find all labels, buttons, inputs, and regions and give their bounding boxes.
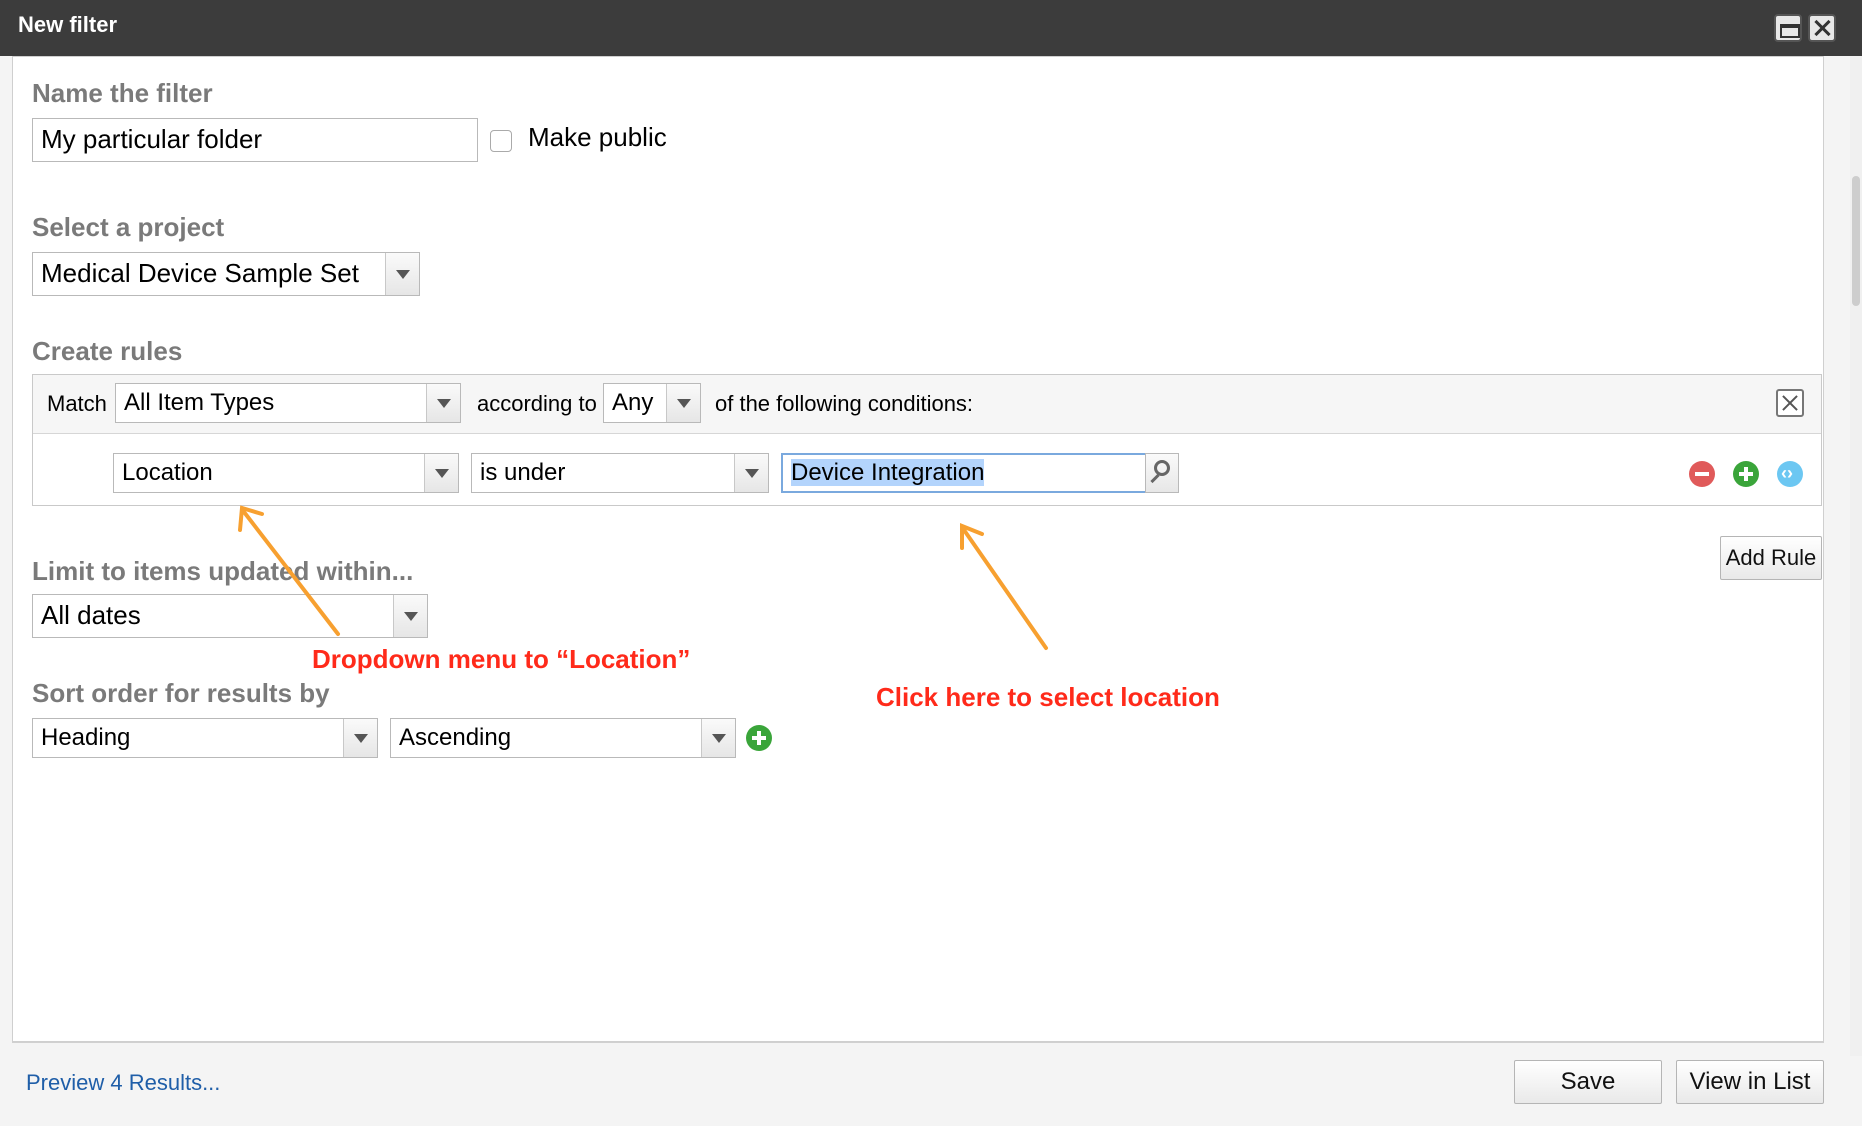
view-in-list-button[interactable]: View in List [1676,1060,1824,1104]
project-select[interactable]: Medical Device Sample Set [32,252,420,296]
create-rules-label: Create rules [32,336,183,366]
footer-divider [12,1042,1824,1043]
preview-results-link[interactable]: Preview 4 Results... [26,1070,220,1096]
match-label: Match [47,391,107,416]
conditions-label: of the following conditions: [715,391,974,416]
name-filter-label: Name the filter [32,78,213,108]
search-icon-handle [1150,473,1160,484]
limit-dates-select[interactable]: All dates [32,594,428,638]
chevron-down-icon[interactable] [734,454,768,492]
project-select-value: Medical Device Sample Set [41,258,359,288]
annotation-click-note: Click here to select location [876,682,1220,712]
remove-rule-icon[interactable] [1689,461,1715,487]
project-label: Select a project [32,212,225,242]
dialog-title: New filter [18,12,118,37]
according-any-select[interactable]: Any [603,383,701,423]
filter-name-input[interactable]: My particular folder [32,118,478,162]
dialog-window: New filter Name the filter My particular… [0,0,1862,1126]
dialog-content [12,56,1824,1042]
maximize-icon[interactable] [1774,14,1802,42]
chevron-down-icon[interactable] [393,595,427,637]
chevron-down-icon[interactable] [424,454,458,492]
make-public-label: Make public [528,122,667,152]
add-rule-button[interactable]: Add Rule [1720,536,1822,580]
rule-operator-select[interactable]: is under [471,453,769,493]
sort-label: Sort order for results by [32,678,330,708]
according-to-label: according to [477,391,597,416]
limit-label: Limit to items updated within... [32,556,414,586]
sort-order-select[interactable]: Ascending [390,718,736,758]
add-rule-icon[interactable] [1733,461,1759,487]
match-item-types-value: All Item Types [124,389,275,416]
make-public-checkbox[interactable] [490,130,512,152]
search-location-button[interactable] [1145,453,1179,493]
save-button[interactable]: Save [1514,1060,1662,1104]
rules-header: Match All Item Types according to Any of… [33,375,1821,434]
nest-rule-icon[interactable] [1777,461,1803,487]
rule-field-select[interactable]: Location [113,453,459,493]
chevron-down-icon[interactable] [343,719,377,757]
title-bar: New filter [0,0,1862,56]
chevron-down-icon[interactable] [701,719,735,757]
remove-rules-close-icon[interactable] [1776,389,1804,417]
rules-panel: Match All Item Types according to Any of… [32,374,1822,506]
chevron-down-icon[interactable] [426,384,460,422]
rule-field-value: Location [122,459,213,486]
rule-value-input[interactable]: Device Integration [781,453,1147,493]
chevron-down-icon[interactable] [385,253,419,295]
match-item-types-select[interactable]: All Item Types [115,383,461,423]
add-sort-icon[interactable] [746,725,772,751]
annotation-dropdown-note: Dropdown menu to “Location” [312,644,691,674]
scrollbar-thumb[interactable] [1852,176,1860,306]
sort-field-select[interactable]: Heading [32,718,378,758]
according-any-value: Any [612,389,654,416]
sort-field-value: Heading [41,724,131,751]
sort-order-value: Ascending [399,724,512,751]
rule-operator-value: is under [480,459,566,486]
limit-dates-value: All dates [41,600,141,630]
scrollbar[interactable] [1850,56,1862,1056]
close-icon[interactable] [1808,14,1836,42]
chevron-down-icon[interactable] [666,384,700,422]
rule-value-text: Device Integration [791,459,985,486]
